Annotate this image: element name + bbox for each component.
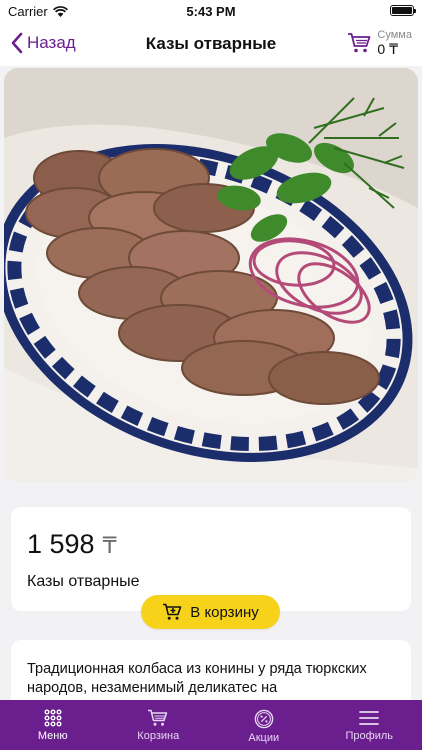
cart-icon (148, 709, 168, 726)
tab-label: Корзина (137, 730, 180, 742)
sum-label: Сумма (377, 29, 412, 41)
cart-plus-icon (163, 603, 182, 620)
tab-bar: Меню Корзина Акции Профиль (0, 700, 422, 750)
cart-sum-text: Сумма 0 ₸ (377, 29, 412, 57)
status-time: 5:43 PM (186, 4, 236, 19)
cart-sum-button[interactable]: Сумма 0 ₸ (347, 29, 412, 57)
tab-cart[interactable]: Корзина (106, 700, 212, 750)
battery-icon (390, 5, 416, 16)
percent-icon (254, 709, 274, 729)
status-bar: Carrier 5:43 PM (0, 0, 422, 22)
grid-icon (44, 709, 62, 727)
tab-menu[interactable]: Меню (0, 700, 106, 750)
product-name: Казы отварные (27, 573, 140, 590)
tab-label: Меню (37, 730, 68, 742)
product-description: Традиционная колбаса из конины у ряда тю… (27, 661, 367, 696)
price-currency: ₸ (102, 533, 117, 558)
product-photo (4, 68, 418, 482)
cart-icon (348, 33, 371, 53)
add-to-cart-label: В корзину (190, 603, 259, 621)
menu-lines-icon (359, 711, 380, 725)
tab-profile[interactable]: Профиль (317, 700, 422, 750)
product-price: 1 598 ₸ (27, 529, 117, 560)
tab-promotions[interactable]: Акции (211, 700, 317, 750)
navigation-bar: Назад Казы отварные Сумма 0 ₸ (0, 22, 422, 66)
tab-label: Профиль (345, 730, 394, 742)
sum-value: 0 ₸ (377, 41, 399, 57)
add-to-cart-button[interactable]: В корзину (141, 595, 280, 629)
tab-label: Акции (248, 732, 280, 744)
price-value: 1 598 (27, 529, 95, 559)
